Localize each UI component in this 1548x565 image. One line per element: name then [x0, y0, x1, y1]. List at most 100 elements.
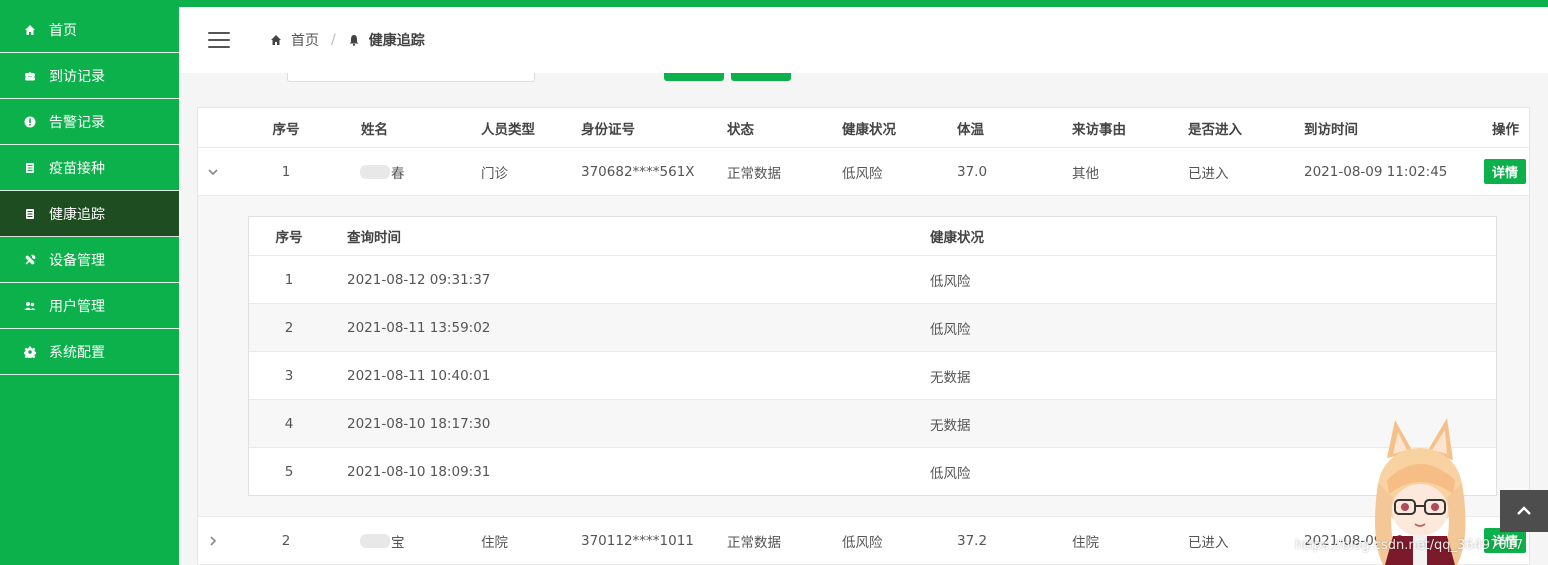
- subtable-row: 4 2021-08-10 18:17:30 无数据: [249, 400, 1496, 448]
- row-name: 春: [360, 148, 405, 195]
- sidebar-item-user-management[interactable]: 用户管理: [0, 283, 179, 329]
- column-header: 身份证号: [581, 121, 635, 138]
- sub-time: 2021-08-11 13:59:02: [347, 319, 491, 336]
- reset-button[interactable]: [731, 73, 791, 81]
- row-visit-time: 2021-08-09 10: [1304, 532, 1404, 549]
- sub-time: 2021-08-12 09:31:37: [347, 271, 491, 288]
- column-header: 健康状况: [842, 121, 896, 138]
- subtable-row: 3 2021-08-11 10:40:01 无数据: [249, 352, 1496, 400]
- chevron-up-icon: [1517, 506, 1531, 515]
- sidebar-item-label: 到访记录: [49, 68, 105, 85]
- gear-icon: [23, 345, 37, 359]
- header: 首页 / 健康追踪: [179, 7, 1548, 73]
- subtable-row: 1 2021-08-12 09:31:37 低风险: [249, 256, 1496, 304]
- breadcrumb-current: 健康追踪: [368, 33, 425, 49]
- sidebar-item-home[interactable]: 首页: [0, 7, 179, 53]
- subtable-row: 5 2021-08-10 18:09:31 低风险: [249, 448, 1496, 496]
- name-suffix: 宝: [391, 534, 405, 551]
- breadcrumb: 首页 / 健康追踪: [270, 30, 425, 50]
- sub-index: 5: [284, 464, 294, 480]
- sub-health: 无数据: [930, 369, 971, 386]
- row-type: 住院: [481, 534, 508, 551]
- sidebar-item-label: 疫苗接种: [49, 160, 105, 177]
- sub-health: 无数据: [930, 417, 971, 434]
- subtable-row: 2 2021-08-11 13:59:02 低风险: [249, 304, 1496, 352]
- main-content: 序号 姓名 人员类型 身份证号 状态 健康状况 体温 来访事由 是否进入 到访时…: [179, 73, 1548, 565]
- alert-icon: [23, 115, 37, 129]
- row-temperature: 37.0: [957, 163, 988, 180]
- sidebar-item-health-tracking[interactable]: 健康追踪: [0, 191, 179, 237]
- row-id-number: 370112****1011: [581, 532, 694, 549]
- row-action: 详情: [1484, 148, 1527, 195]
- back-to-top-button[interactable]: [1500, 490, 1548, 532]
- collapse-row-icon[interactable]: [207, 148, 219, 195]
- sidebar: 首页 到访记录 告警记录 疫苗接种 健康追踪 设备管理 用户管理 系统配置: [0, 7, 179, 565]
- expanded-row-detail: 序号 查询时间 健康状况 1 2021-08-12 09:31:37 低风险 2…: [198, 196, 1529, 517]
- users-icon: [23, 299, 37, 313]
- expand-row-icon[interactable]: [207, 517, 219, 564]
- column-header: 体温: [957, 121, 984, 138]
- column-header: 查询时间: [347, 230, 401, 246]
- home-icon: [271, 35, 281, 45]
- document-icon: [23, 161, 37, 175]
- column-header: 操作: [1492, 121, 1519, 138]
- row-id-number: 370682****561X: [581, 163, 695, 180]
- sub-index: 4: [284, 415, 294, 432]
- bell-icon: [349, 35, 359, 46]
- row-reason: 住院: [1072, 534, 1099, 551]
- top-accent-bar: [0, 0, 1548, 7]
- column-header: 人员类型: [481, 121, 535, 138]
- sub-index: 1: [284, 271, 294, 288]
- sidebar-item-label: 告警记录: [49, 114, 105, 131]
- row-reason: 其他: [1072, 165, 1099, 182]
- row-entered: 已进入: [1188, 534, 1229, 551]
- breadcrumb-home[interactable]: 首页: [291, 30, 319, 50]
- sidebar-item-label: 首页: [49, 22, 77, 39]
- row-health: 低风险: [842, 165, 883, 182]
- search-input[interactable]: [287, 73, 535, 82]
- column-header: 到访时间: [1304, 121, 1358, 138]
- sidebar-item-alert-records[interactable]: 告警记录: [0, 99, 179, 145]
- table-row: 2 宝 住院 370112****1011 正常数据 低风险 37.2 住院 已…: [198, 517, 1529, 565]
- sub-index: 3: [284, 367, 294, 384]
- document-icon: [23, 207, 37, 221]
- row-index: 2: [281, 532, 291, 549]
- search-button[interactable]: [664, 73, 724, 81]
- sidebar-item-system-config[interactable]: 系统配置: [0, 329, 179, 375]
- health-tracking-table: 序号 姓名 人员类型 身份证号 状态 健康状况 体温 来访事由 是否进入 到访时…: [197, 107, 1530, 565]
- column-header: 姓名: [361, 121, 388, 138]
- sidebar-item-label: 系统配置: [49, 344, 105, 361]
- sidebar-item-label: 设备管理: [49, 252, 105, 269]
- tools-icon: [23, 253, 37, 267]
- name-suffix: 春: [391, 165, 405, 182]
- subtable-header-row: 序号 查询时间 健康状况: [249, 217, 1496, 256]
- sub-time: 2021-08-10 18:17:30: [347, 415, 491, 432]
- column-header: 序号: [275, 230, 303, 246]
- sub-time: 2021-08-10 18:09:31: [347, 464, 491, 480]
- home-icon: [23, 23, 37, 37]
- detail-button[interactable]: 详情: [1484, 159, 1527, 184]
- sidebar-item-visit-records[interactable]: 到访记录: [0, 53, 179, 99]
- sidebar-item-device-management[interactable]: 设备管理: [0, 237, 179, 283]
- group-icon: [23, 69, 37, 83]
- column-header: 是否进入: [1188, 121, 1242, 138]
- sidebar-item-vaccination[interactable]: 疫苗接种: [0, 145, 179, 191]
- menu-toggle-icon[interactable]: [208, 32, 230, 48]
- row-visit-time: 2021-08-09 11:02:45: [1304, 163, 1448, 180]
- row-type: 门诊: [481, 165, 508, 182]
- row-index: 1: [281, 163, 291, 180]
- breadcrumb-separator: /: [331, 32, 336, 48]
- row-status: 正常数据: [727, 165, 781, 182]
- row-health: 低风险: [842, 534, 883, 551]
- sub-health: 低风险: [930, 321, 971, 338]
- row-status: 正常数据: [727, 534, 781, 551]
- health-history-table: 序号 查询时间 健康状况 1 2021-08-12 09:31:37 低风险 2…: [248, 216, 1497, 496]
- column-header: 健康状况: [930, 230, 984, 246]
- redacted-name-mask: [360, 164, 390, 179]
- table-row: 1 春 门诊 370682****561X 正常数据 低风险 37.0 其他 已…: [198, 148, 1529, 196]
- row-temperature: 37.2: [957, 532, 988, 549]
- sub-health: 低风险: [930, 466, 971, 482]
- sidebar-item-label: 用户管理: [49, 298, 105, 315]
- sub-index: 2: [284, 319, 294, 336]
- sub-health: 低风险: [930, 273, 971, 290]
